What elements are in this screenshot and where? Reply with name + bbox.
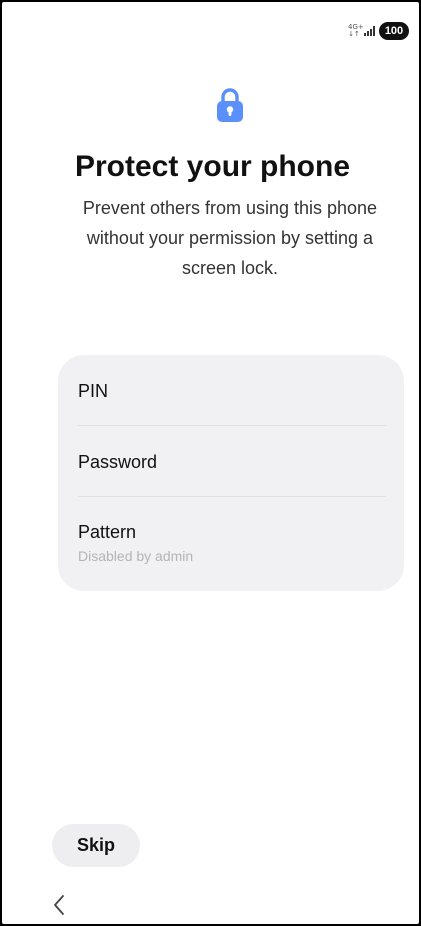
screen: 4G+ ↓↑ 100 Protect your phone Prevent ot…	[0, 0, 421, 926]
pattern-disabled-note: Disabled by admin	[78, 548, 194, 564]
status-bar: 4G+ ↓↑ 100	[348, 20, 409, 42]
back-button[interactable]	[46, 890, 72, 920]
pattern-option-label: Pattern	[78, 522, 137, 542]
signal-icon	[364, 26, 375, 36]
lock-options-card: PIN Password Pattern Disabled by admin	[58, 355, 404, 591]
password-option[interactable]: Password	[58, 426, 404, 496]
pattern-option: Pattern Disabled by admin	[58, 497, 404, 591]
page-title: Protect your phone	[74, 150, 351, 183]
pin-option-label: PIN	[78, 381, 109, 401]
skip-button[interactable]: Skip	[52, 824, 140, 867]
page-subtitle: Prevent others from using this phone wit…	[82, 198, 378, 278]
battery-indicator: 100	[379, 22, 409, 40]
lock-icon	[217, 88, 243, 122]
chevron-left-icon	[54, 895, 64, 915]
password-option-label: Password	[78, 452, 158, 472]
network-type-indicator: 4G+ ↓↑	[348, 24, 364, 38]
pin-option[interactable]: PIN	[58, 355, 404, 425]
network-arrows: ↓↑	[348, 30, 360, 38]
